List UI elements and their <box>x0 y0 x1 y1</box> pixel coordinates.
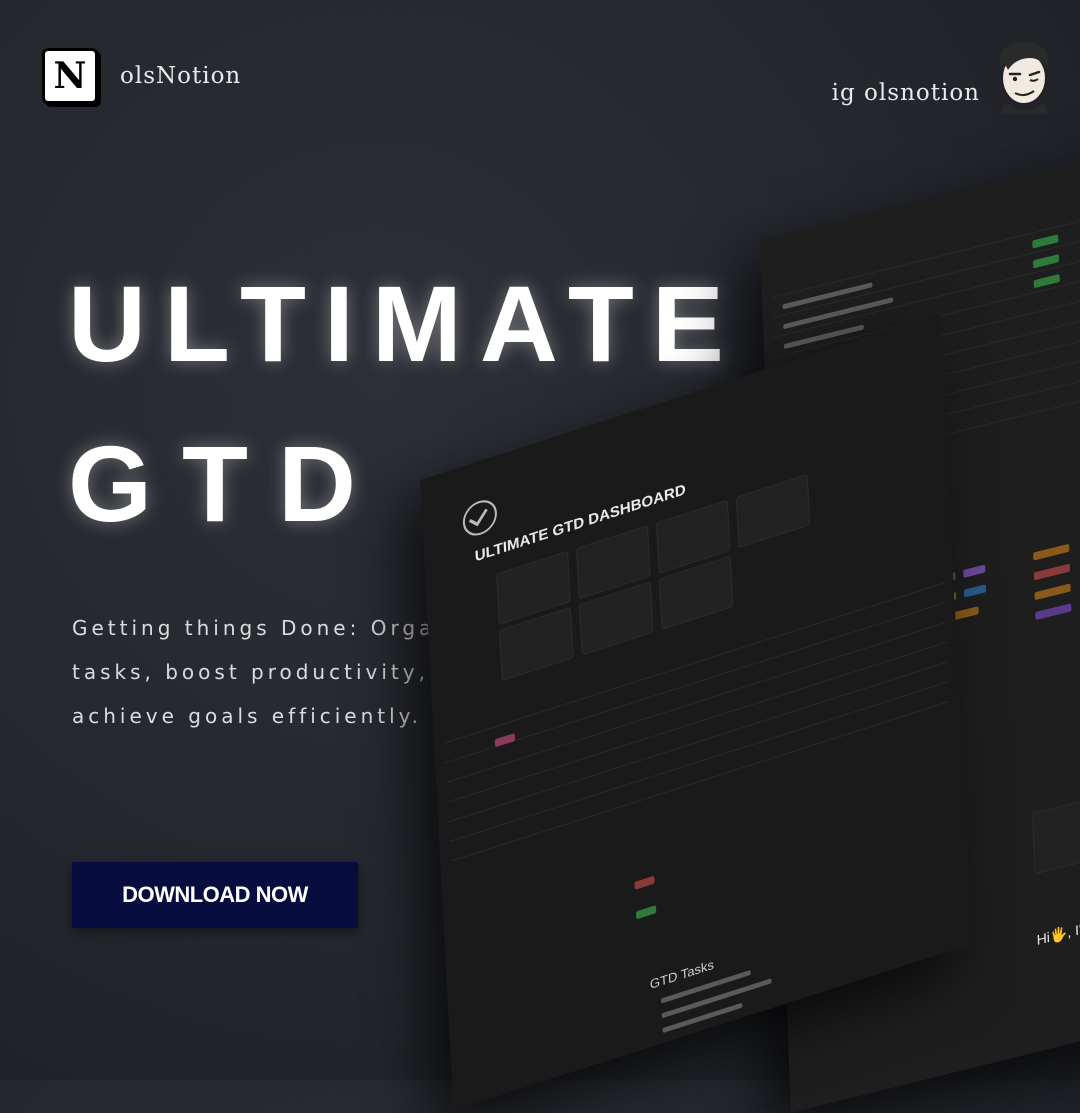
download-now-button[interactable]: DOWNLOAD NOW <box>72 862 358 928</box>
instagram-handle: ig olsnotion <box>831 80 980 106</box>
brand-name: olsNotion <box>120 63 242 89</box>
avatar-icon <box>999 42 1049 114</box>
mockup-greeting: Hi🖐, I'm Osama <box>1036 906 1080 948</box>
notion-logo-icon: N <box>42 48 98 104</box>
check-circle-icon <box>462 495 498 541</box>
logo-letter: N <box>53 55 87 97</box>
headline-line-1: ULTIMATE <box>68 263 742 384</box>
brand: N olsNotion <box>42 48 241 104</box>
